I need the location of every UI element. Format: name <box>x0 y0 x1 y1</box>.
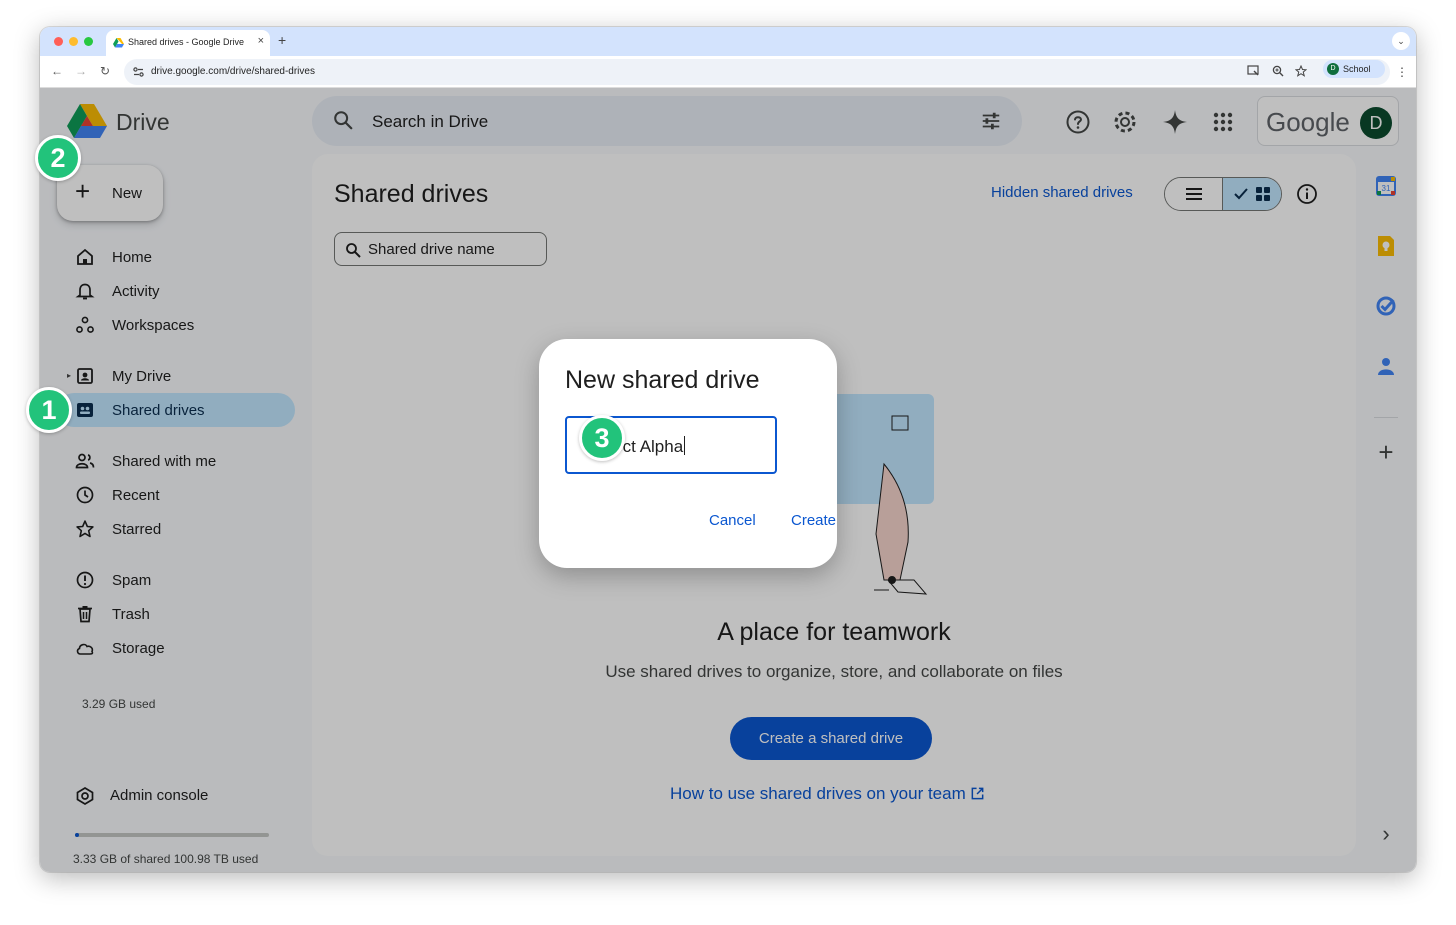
maximize-window-button[interactable] <box>84 37 93 46</box>
drive-favicon-icon <box>113 38 124 48</box>
bookmark-star-icon[interactable] <box>1295 65 1307 77</box>
install-app-icon[interactable] <box>1247 65 1260 77</box>
profile-chip[interactable]: D School <box>1323 60 1385 78</box>
profile-avatar: D <box>1327 63 1339 75</box>
tab-close-icon[interactable]: × <box>258 35 264 47</box>
address-bar[interactable]: drive.google.com/drive/shared-drives <box>124 59 1390 85</box>
create-button[interactable]: Create <box>791 512 836 529</box>
url-text: drive.google.com/drive/shared-drives <box>151 66 315 77</box>
new-tab-button[interactable]: + <box>278 32 286 48</box>
new-shared-drive-dialog: New shared drive Project Alpha Cancel Cr… <box>539 339 837 568</box>
step-marker-2: 2 <box>35 135 81 181</box>
forward-button[interactable]: → <box>75 64 87 78</box>
cancel-button[interactable]: Cancel <box>709 512 756 529</box>
browser-toolbar: ← → ↻ drive.google.com/drive/shared-driv… <box>40 56 1416 88</box>
tab-search-button[interactable]: ⌄ <box>1392 32 1410 50</box>
back-button[interactable]: ← <box>51 64 63 78</box>
site-info-icon[interactable] <box>133 67 144 77</box>
browser-menu-icon[interactable]: ⋮ <box>1396 65 1408 79</box>
zoom-icon[interactable] <box>1272 65 1284 77</box>
browser-tab[interactable]: Shared drives - Google Drive × <box>106 30 270 56</box>
minimize-window-button[interactable] <box>69 37 78 46</box>
step-marker-1: 1 <box>26 387 72 433</box>
reload-button[interactable]: ↻ <box>100 64 110 78</box>
close-window-button[interactable] <box>54 37 63 46</box>
profile-label: School <box>1343 64 1371 74</box>
dialog-title: New shared drive <box>565 366 760 394</box>
step-marker-3: 3 <box>579 415 625 461</box>
tab-title: Shared drives - Google Drive <box>128 37 245 47</box>
tab-strip: Shared drives - Google Drive × + ⌄ <box>40 27 1416 56</box>
